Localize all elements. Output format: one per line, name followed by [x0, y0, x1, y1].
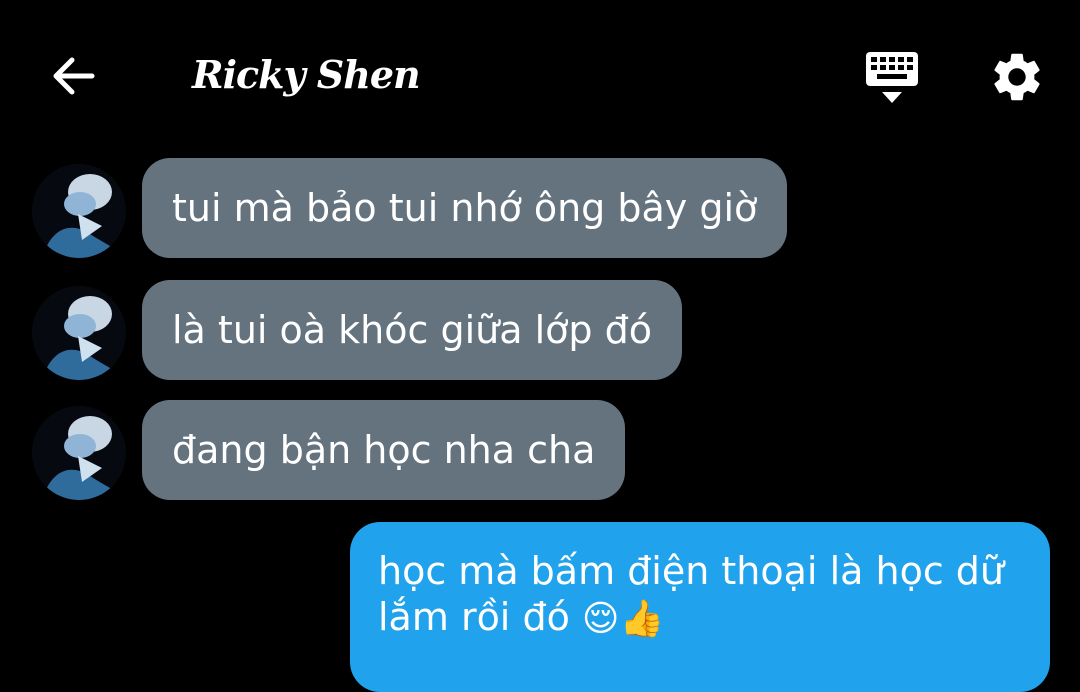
settings-button[interactable]	[988, 48, 1046, 106]
contact-name[interactable]: Ricky Shen	[192, 52, 421, 97]
emoji-relieved-thumbs-up: 😌👍	[581, 598, 665, 640]
contact-avatar[interactable]	[32, 164, 126, 258]
message-text: đang bận học nha cha	[172, 428, 596, 472]
contact-avatar[interactable]	[32, 406, 126, 500]
keyboard-hide-icon	[866, 52, 918, 103]
back-button[interactable]	[48, 50, 100, 102]
message-text: tui mà bảo tui nhớ ông bây giờ	[172, 186, 758, 230]
message-text: là tui oà khóc giữa lớp đó	[172, 308, 652, 352]
incoming-message[interactable]: đang bận học nha cha	[142, 400, 626, 500]
gear-icon	[994, 53, 1040, 101]
message-text: học mà bấm điện thoại là học dữ lắm rồi …	[378, 549, 1004, 639]
incoming-message[interactable]: là tui oà khóc giữa lớp đó	[142, 280, 682, 380]
keyboard-hide-button[interactable]	[862, 48, 922, 108]
chat-header: Ricky Shen	[0, 0, 1080, 140]
incoming-message[interactable]: tui mà bảo tui nhớ ông bây giờ	[142, 158, 788, 258]
arrow-left-icon	[53, 57, 95, 95]
contact-avatar[interactable]	[32, 286, 126, 380]
